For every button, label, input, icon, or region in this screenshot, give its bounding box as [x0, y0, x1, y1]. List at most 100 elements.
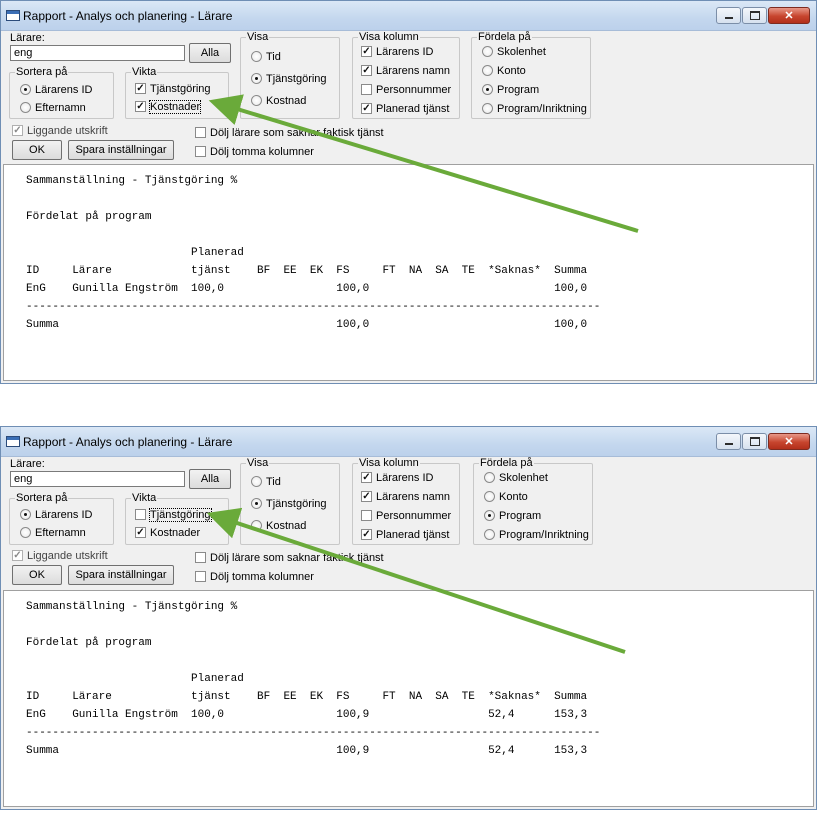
- checkbox-checked-icon: ✓: [361, 45, 372, 57]
- radio-icon: [482, 64, 493, 76]
- window-app-icon: [6, 436, 20, 447]
- hide-empty-columns-checkbox[interactable]: Dölj tomma kolumner: [195, 570, 314, 584]
- hide-no-actual-label: Dölj lärare som saknar faktisk tjänst: [210, 127, 384, 139]
- sort-radio-surname[interactable]: Efternamn: [20, 526, 86, 540]
- teacher-input[interactable]: eng: [10, 45, 185, 61]
- radio-icon: [484, 471, 495, 483]
- title-bar[interactable]: Rapport - Analys och planering - Lärare …: [1, 1, 816, 31]
- column-personal-number-checkbox[interactable]: Personnummer: [361, 509, 451, 523]
- columns-group-label: Visa kolumn: [359, 457, 419, 469]
- column-teacher-id-checkbox[interactable]: ✓ Lärarens ID: [361, 471, 433, 485]
- teacher-label: Lärare:: [10, 32, 45, 44]
- maximize-icon: [743, 8, 766, 23]
- minimize-icon: [717, 434, 740, 449]
- checkbox-checked-icon: ✓: [135, 526, 146, 538]
- checkbox-unchecked-icon: [195, 570, 206, 582]
- radio-icon: [251, 94, 262, 106]
- radio-icon: [251, 497, 262, 509]
- checkbox-checked-icon: ✓: [361, 102, 372, 114]
- teacher-input[interactable]: eng: [10, 471, 185, 487]
- weight-service-checkbox[interactable]: ✓ Tjänstgöring: [135, 82, 211, 96]
- hide-empty-columns-checkbox[interactable]: Dölj tomma kolumner: [195, 145, 314, 159]
- hide-no-actual-checkbox[interactable]: Dölj lärare som saknar faktisk tjänst: [195, 551, 384, 565]
- checkbox-checked-icon: ✓: [135, 100, 146, 112]
- all-button[interactable]: Alla: [189, 43, 231, 63]
- checkbox-unchecked-icon: [195, 551, 206, 563]
- distribute-radio-program-orientation[interactable]: Program/Inriktning: [482, 102, 587, 116]
- distribute-radio-account[interactable]: Konto: [484, 490, 528, 504]
- distribute-group-label: Fördela på: [478, 31, 531, 43]
- column-teacher-name-checkbox[interactable]: ✓ Lärarens namn: [361, 64, 450, 78]
- show-radio-time[interactable]: Tid: [251, 475, 281, 489]
- sort-radio-teacher-id[interactable]: Lärarens ID: [20, 508, 92, 522]
- show-radio-time[interactable]: Tid: [251, 50, 281, 64]
- checkbox-checked-icon: ✓: [361, 490, 372, 502]
- weight-costs-checkbox[interactable]: ✓ Kostnader: [135, 526, 200, 540]
- report-text: Sammanställning - Tjänstgöring % Fördela…: [26, 175, 601, 331]
- report-output[interactable]: Sammanställning - Tjänstgöring % Fördela…: [3, 590, 814, 807]
- minimize-button[interactable]: [716, 7, 741, 24]
- column-personal-number-checkbox[interactable]: Personnummer: [361, 83, 451, 97]
- maximize-button[interactable]: [742, 7, 767, 24]
- save-settings-button[interactable]: Spara inställningar: [68, 140, 174, 160]
- distribute-radio-account[interactable]: Konto: [482, 64, 526, 78]
- show-group-label: Visa: [247, 457, 269, 469]
- hide-empty-columns-label: Dölj tomma kolumner: [210, 146, 314, 158]
- radio-icon: [251, 519, 262, 531]
- ok-button[interactable]: OK: [12, 565, 62, 585]
- column-option-label: Personnummer: [376, 84, 452, 96]
- show-option-label: Kostnad: [266, 520, 307, 532]
- close-button[interactable]: ✕: [768, 433, 810, 450]
- checkbox-unchecked-icon: [195, 126, 206, 138]
- title-bar[interactable]: Rapport - Analys och planering - Lärare …: [1, 427, 816, 457]
- checkbox-checked-icon: ✓: [12, 124, 23, 136]
- distribute-option-label: Konto: [499, 491, 528, 503]
- weight-costs-checkbox[interactable]: ✓ Kostnader: [135, 100, 202, 114]
- show-group-label: Visa: [247, 31, 269, 43]
- report-output[interactable]: Sammanställning - Tjänstgöring % Fördela…: [3, 164, 814, 381]
- save-settings-button[interactable]: Spara inställningar: [68, 565, 174, 585]
- ok-button[interactable]: OK: [12, 140, 62, 160]
- distribute-radio-program[interactable]: Program: [482, 83, 539, 97]
- show-radio-cost[interactable]: Kostnad: [251, 519, 306, 533]
- column-option-label: Lärarens ID: [376, 46, 434, 58]
- distribute-radio-school-unit[interactable]: Skolenhet: [482, 45, 546, 59]
- landscape-checkbox[interactable]: ✓ Liggande utskrift: [12, 124, 108, 138]
- hide-no-actual-label: Dölj lärare som saknar faktisk tjänst: [210, 552, 384, 564]
- show-radio-service[interactable]: Tjänstgöring: [251, 72, 327, 86]
- distribute-group-label: Fördela på: [480, 457, 533, 469]
- show-radio-cost[interactable]: Kostnad: [251, 94, 306, 108]
- sort-option-label: Efternamn: [35, 527, 86, 539]
- columns-group-label: Visa kolumn: [359, 31, 419, 43]
- radio-icon: [20, 508, 31, 520]
- window-title: Rapport - Analys och planering - Lärare: [23, 9, 233, 23]
- sort-radio-teacher-id[interactable]: Lärarens ID: [20, 83, 92, 97]
- distribute-option-label: Program/Inriktning: [499, 529, 589, 541]
- minimize-button[interactable]: [716, 433, 741, 450]
- landscape-label: Liggande utskrift: [27, 550, 108, 562]
- sort-radio-surname[interactable]: Efternamn: [20, 101, 86, 115]
- report-window-before: Rapport - Analys och planering - Lärare …: [0, 0, 817, 384]
- distribute-radio-program-orientation[interactable]: Program/Inriktning: [484, 528, 589, 542]
- radio-icon: [20, 101, 31, 113]
- maximize-button[interactable]: [742, 433, 767, 450]
- column-planned-service-checkbox[interactable]: ✓ Planerad tjänst: [361, 102, 449, 116]
- all-button[interactable]: Alla: [189, 469, 231, 489]
- radio-icon: [251, 475, 262, 487]
- weight-service-checkbox[interactable]: Tjänstgöring: [135, 508, 212, 522]
- radio-icon: [484, 509, 495, 521]
- column-planned-service-checkbox[interactable]: ✓ Planerad tjänst: [361, 528, 449, 542]
- radio-icon: [484, 528, 495, 540]
- column-teacher-name-checkbox[interactable]: ✓ Lärarens namn: [361, 490, 450, 504]
- weight-group-label: Vikta: [132, 492, 157, 504]
- hide-no-actual-checkbox[interactable]: Dölj lärare som saknar faktisk tjänst: [195, 126, 384, 140]
- show-radio-service[interactable]: Tjänstgöring: [251, 497, 327, 511]
- landscape-checkbox[interactable]: ✓ Liggande utskrift: [12, 549, 108, 563]
- distribute-radio-program[interactable]: Program: [484, 509, 541, 523]
- column-teacher-id-checkbox[interactable]: ✓ Lärarens ID: [361, 45, 433, 59]
- close-button[interactable]: ✕: [768, 7, 810, 24]
- sort-group-label: Sortera på: [16, 492, 68, 504]
- show-option-label: Tjänstgöring: [266, 73, 327, 85]
- close-icon: ✕: [784, 10, 794, 22]
- distribute-radio-school-unit[interactable]: Skolenhet: [484, 471, 548, 485]
